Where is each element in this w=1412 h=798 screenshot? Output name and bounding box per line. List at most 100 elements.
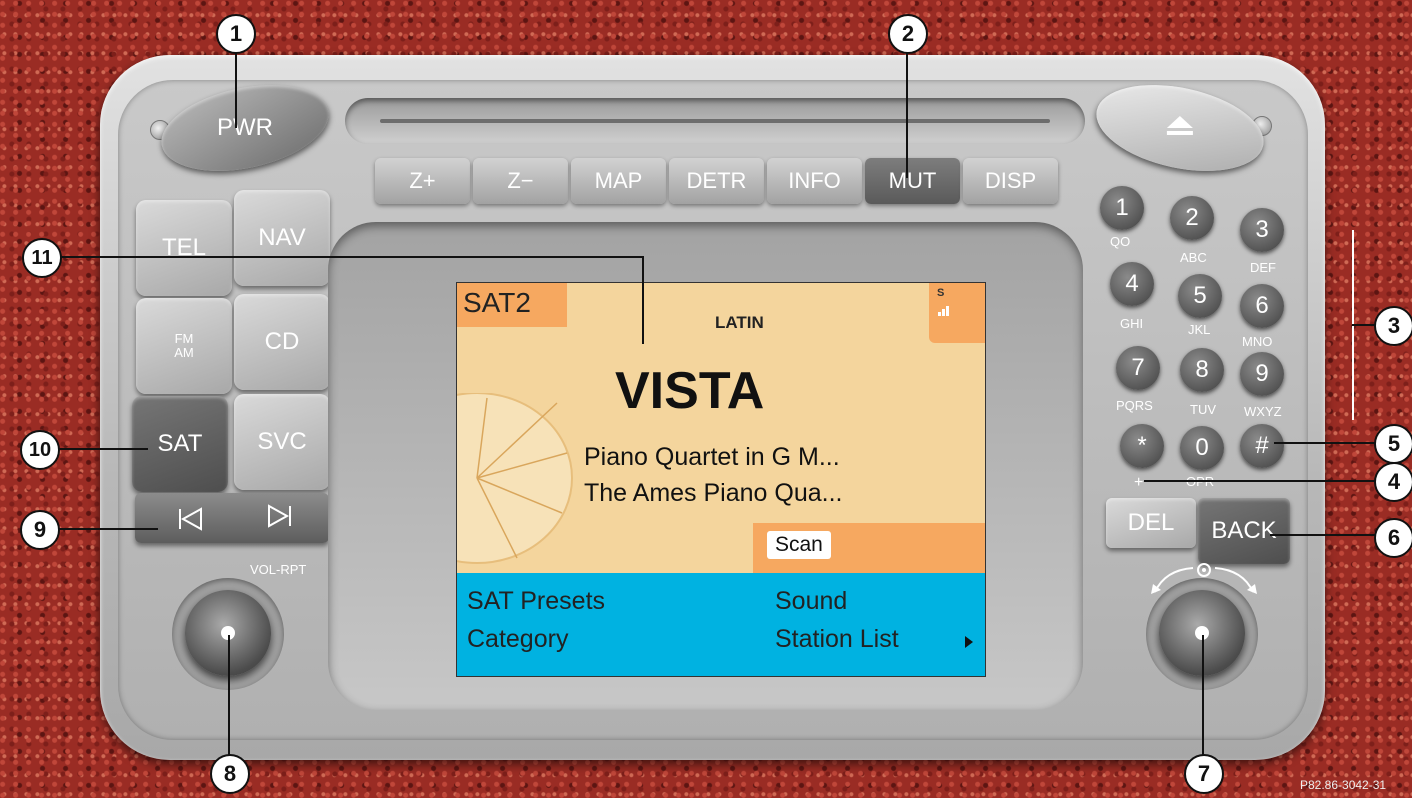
key-star-label: * (1137, 432, 1147, 459)
detr-label: DETR (686, 168, 747, 193)
nav-button[interactable]: NAV (234, 190, 330, 286)
sat-label: SAT (157, 430, 203, 457)
scan-button[interactable]: Scan (767, 531, 831, 559)
key-2-label: 2 (1185, 204, 1199, 231)
key-5-label: 5 (1193, 282, 1207, 309)
key-6[interactable]: 6 (1240, 284, 1284, 328)
menu-station-list[interactable]: Station List (775, 625, 899, 654)
z-minus-button[interactable]: Z− (473, 158, 568, 204)
display-screen: SAT2 LATIN S VISTA Piano Quartet in G M.… (456, 282, 986, 677)
menu-sat-presets[interactable]: SAT Presets (467, 587, 605, 616)
skip-back-icon (179, 507, 202, 531)
callout-4: 4 (1374, 462, 1412, 502)
z-plus-button[interactable]: Z+ (375, 158, 470, 204)
nav-label: NAV (258, 224, 306, 251)
del-button[interactable]: DEL (1106, 498, 1196, 548)
key-9-sublabel: WXYZ (1244, 404, 1282, 419)
signal-box: S (929, 283, 985, 343)
disp-label: DISP (984, 168, 1037, 193)
svc-button[interactable]: SVC (234, 394, 330, 490)
key-8[interactable]: 8 (1180, 348, 1224, 392)
mut-button[interactable]: MUT (865, 158, 960, 204)
info-label: INFO (788, 168, 841, 193)
map-button[interactable]: MAP (571, 158, 666, 204)
vol-rpt-label: VOL-RPT (250, 562, 307, 577)
station-name: VISTA (615, 362, 765, 420)
callout-2-line (906, 48, 908, 178)
svc-label: SVC (257, 428, 307, 455)
cd-button[interactable]: CD (234, 294, 330, 390)
callout-11-line (60, 256, 644, 258)
callout-6-line (1270, 534, 1378, 536)
callout-7: 7 (1184, 754, 1224, 794)
menu-sound[interactable]: Sound (775, 587, 847, 616)
category-label: LATIN (715, 313, 764, 332)
satellite-dish-icon (457, 393, 573, 564)
figure-code: P82.86-3042-31 (1300, 778, 1387, 792)
key-star-sublabel: + (1134, 474, 1144, 491)
z-minus-label: Z− (507, 168, 534, 193)
key-5-sublabel: JKL (1188, 322, 1211, 337)
arrow-right-icon (965, 636, 973, 648)
key-9-label: 9 (1255, 360, 1269, 387)
callout-9-line (58, 528, 158, 530)
callout-10-line (58, 448, 148, 450)
detr-button[interactable]: DETR (669, 158, 764, 204)
fm-am-button[interactable]: FM AM (136, 298, 232, 394)
key-5[interactable]: 5 (1178, 274, 1222, 318)
cd-label: CD (264, 328, 300, 355)
key-1-sublabel: QO (1110, 234, 1131, 249)
callout-4-line (1144, 480, 1378, 482)
key-hash[interactable]: # (1240, 424, 1284, 468)
z-plus-label: Z+ (409, 168, 436, 193)
callout-11: 11 (22, 238, 62, 278)
key-0-label: 0 (1195, 434, 1209, 461)
skip-forward-icon (268, 504, 291, 528)
key-9[interactable]: 9 (1240, 352, 1284, 396)
callout-8-line (228, 635, 230, 755)
key-6-label: 6 (1255, 292, 1269, 319)
key-6-sublabel: MNO (1242, 334, 1273, 349)
signal-label: S (937, 287, 945, 299)
callout-1-line (235, 48, 237, 128)
key-3-sublabel: DEF (1250, 260, 1276, 275)
callout-3: 3 (1374, 306, 1412, 346)
callout-11-line-drop (642, 256, 644, 344)
am-label: AM (174, 345, 194, 360)
key-3[interactable]: 3 (1240, 208, 1284, 252)
callout-10: 10 (20, 430, 60, 470)
menu-bar: SAT Presets Sound Category Station List (457, 573, 985, 676)
callout-8: 8 (210, 754, 250, 794)
signal-strength-icon (938, 306, 949, 316)
track-title: Piano Quartet in G M... (584, 443, 840, 471)
key-1[interactable]: 1 (1100, 186, 1144, 230)
menu-category[interactable]: Category (467, 625, 568, 654)
key-4-sublabel: GHI (1120, 316, 1144, 331)
callout-2: 2 (888, 14, 928, 54)
key-star[interactable]: * (1120, 424, 1164, 468)
skip-back-button[interactable] (155, 503, 225, 535)
del-label: DEL (1127, 509, 1175, 536)
key-7-sublabel: PQRS (1116, 398, 1153, 413)
cd-slot-opening (380, 119, 1050, 123)
mut-label: MUT (888, 168, 937, 193)
disp-button[interactable]: DISP (963, 158, 1058, 204)
key-7[interactable]: 7 (1116, 346, 1160, 390)
key-0[interactable]: 0 (1180, 426, 1224, 470)
key-1-label: 1 (1115, 194, 1129, 221)
key-8-sublabel: TUV (1190, 402, 1216, 417)
back-label: BACK (1211, 517, 1277, 544)
key-8-label: 8 (1195, 356, 1209, 383)
key-2-sublabel: ABC (1180, 250, 1207, 265)
info-button[interactable]: INFO (767, 158, 862, 204)
callout-6: 6 (1374, 518, 1412, 558)
back-button[interactable]: BACK (1198, 498, 1290, 564)
key-3-label: 3 (1255, 216, 1269, 243)
key-4[interactable]: 4 (1110, 262, 1154, 306)
sat-button[interactable]: SAT (132, 396, 228, 492)
key-2[interactable]: 2 (1170, 196, 1214, 240)
pwr-label: PWR (217, 114, 273, 141)
tel-button[interactable]: TEL (136, 200, 232, 296)
key-7-label: 7 (1131, 354, 1145, 381)
skip-forward-button[interactable] (245, 500, 315, 532)
